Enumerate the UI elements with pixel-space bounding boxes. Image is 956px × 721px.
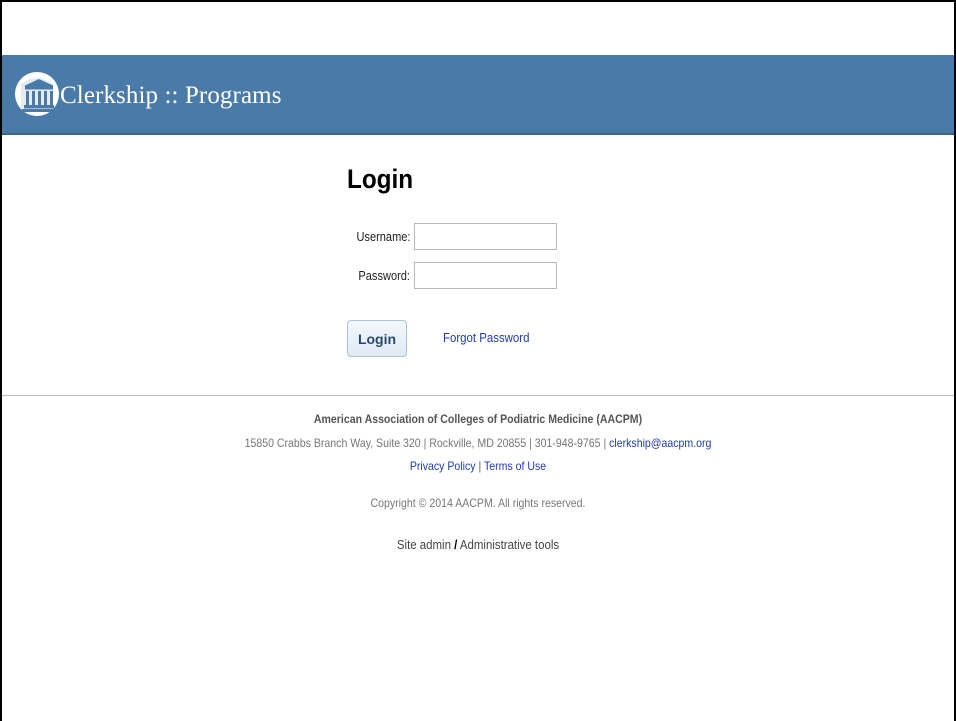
login-form: Login Username: Password: Login Forgot P…: [347, 164, 607, 357]
username-input[interactable]: [414, 222, 557, 250]
login-heading: Login: [347, 164, 414, 194]
admin-separator: /: [454, 537, 458, 552]
organization-name: American Association of Colleges of Podi…: [313, 412, 643, 426]
password-row: Password:: [347, 261, 557, 289]
admin-links: Site admin / Administrative tools: [59, 537, 897, 552]
password-label: Password:: [358, 267, 410, 283]
email-link[interactable]: clerkship@aacpm.org: [609, 436, 711, 450]
administrative-tools-link[interactable]: Administrative tools: [460, 537, 559, 552]
address-text: 15850 Crabbs Branch Way, Suite 320 | Roc…: [244, 436, 610, 450]
site-header: Clerkship :: Programs: [2, 55, 954, 135]
privacy-policy-link[interactable]: Privacy Policy: [410, 459, 476, 473]
columns-building-icon: [15, 72, 59, 116]
copyright-text: Copyright © 2014 AACPM. All rights reser…: [370, 496, 586, 510]
login-button[interactable]: Login: [347, 320, 407, 357]
username-label: Username:: [356, 228, 411, 244]
username-row: Username:: [347, 222, 557, 250]
page-frame: Clerkship :: Programs Login Username: Pa…: [0, 0, 956, 721]
contact-address: 15850 Crabbs Branch Way, Suite 320 | Roc…: [59, 436, 897, 450]
forgot-password-link[interactable]: Forgot Password: [443, 330, 529, 345]
terms-of-use-link[interactable]: Terms of Use: [484, 459, 546, 473]
footer-divider: [2, 395, 954, 396]
app-title: Clerkship :: Programs: [60, 82, 282, 109]
policy-links: Privacy Policy | Terms of Use: [59, 459, 897, 473]
link-separator: |: [478, 459, 482, 473]
password-input[interactable]: [414, 261, 557, 289]
site-admin-link[interactable]: Site admin: [397, 537, 451, 552]
